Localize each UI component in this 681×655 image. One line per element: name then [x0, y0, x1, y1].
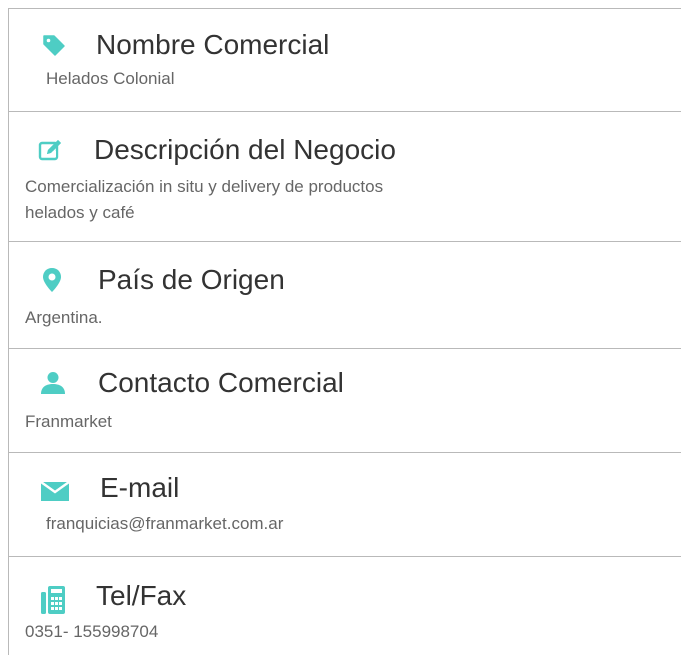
field-tel-fax: Tel/Fax 0351- 155998704 [8, 557, 681, 655]
field-label: País de Origen [98, 264, 285, 295]
field-header: Contacto Comercial [40, 369, 344, 397]
field-pais-origen: País de Origen Argentina. [8, 242, 681, 349]
field-value: 0351- 155998704 [25, 622, 159, 641]
field-value: franquicias@franmarket.com.ar [46, 514, 284, 533]
field-label: Nombre Comercial [96, 29, 330, 60]
field-label: E-mail [100, 472, 180, 503]
field-nombre-comercial: Nombre Comercial Helados Colonial [8, 8, 681, 112]
envelope-icon [40, 479, 70, 503]
field-descripcion-negocio: Descripción del Negocio Comercialización… [8, 112, 681, 242]
field-value: Comercialización in situ y delivery de p… [25, 177, 384, 222]
field-header: Tel/Fax [40, 577, 186, 615]
location-pin-icon [42, 267, 62, 293]
field-header: País de Origen [40, 266, 285, 294]
field-header: Nombre Comercial [40, 31, 329, 59]
field-header: Descripción del Negocio [38, 134, 396, 165]
field-email: E-mail franquicias@franmarket.com.ar [8, 453, 681, 557]
field-label: Descripción del Negocio [94, 134, 396, 165]
field-header: E-mail [40, 473, 179, 503]
user-icon [40, 371, 66, 395]
fax-icon [40, 585, 66, 615]
field-value: Argentina. [25, 308, 103, 327]
field-label: Tel/Fax [96, 580, 187, 611]
field-contacto-comercial: Contacto Comercial Franmarket [8, 349, 681, 453]
field-value: Helados Colonial [46, 69, 175, 88]
edit-icon [38, 138, 64, 162]
tag-icon [42, 33, 66, 57]
field-label: Contacto Comercial [98, 367, 344, 398]
field-value: Franmarket [25, 412, 112, 431]
